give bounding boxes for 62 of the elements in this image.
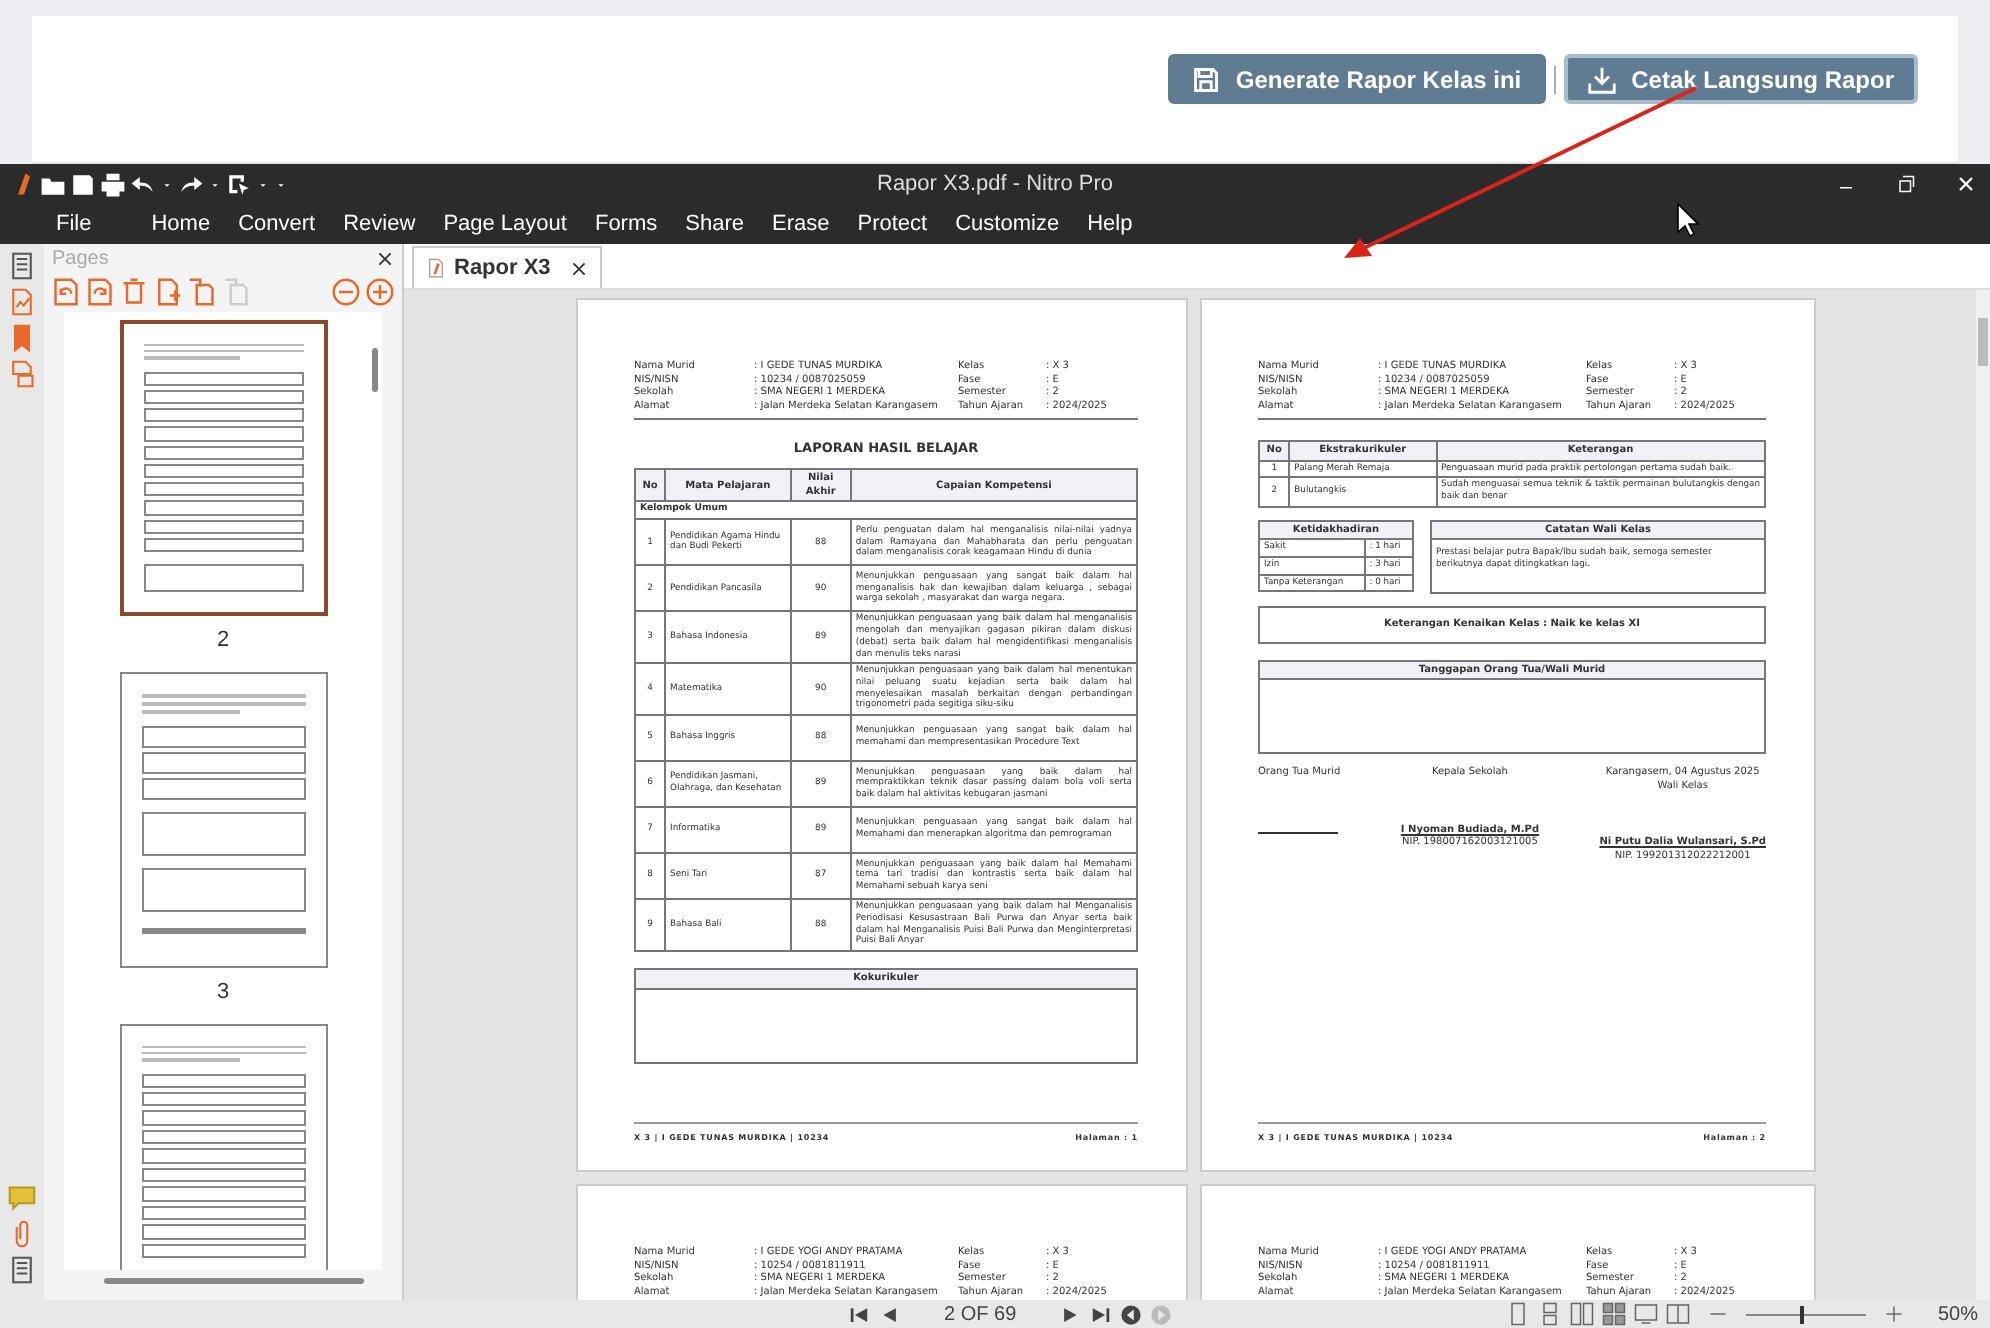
- menu-item[interactable]: Customize: [955, 212, 1060, 236]
- action-button[interactable]: Generate Rapor Kelas ini: [1167, 54, 1546, 104]
- panel-title: Pages: [52, 247, 109, 269]
- document-tab[interactable]: Rapor X3: [412, 246, 603, 288]
- zoom-in-icon[interactable]: [366, 278, 394, 306]
- view-mode-icon[interactable]: [1633, 1302, 1658, 1326]
- close-icon[interactable]: [376, 249, 394, 267]
- save-icon[interactable]: [70, 171, 96, 197]
- save-icon: [1191, 65, 1220, 93]
- menu-item[interactable]: Convert: [238, 212, 316, 236]
- close-icon[interactable]: [1954, 172, 1978, 196]
- select-tool-icon[interactable]: [226, 171, 252, 197]
- page-indicator[interactable]: 2 OF 69: [944, 1303, 1017, 1325]
- extract-page-icon[interactable]: [188, 278, 216, 306]
- scrollbar-thumb[interactable]: [1978, 318, 1988, 366]
- delete-icon[interactable]: [120, 278, 148, 306]
- close-icon[interactable]: [570, 259, 589, 277]
- last-page-icon[interactable]: [1090, 1303, 1113, 1325]
- zoom-in-icon[interactable]: [1881, 1302, 1906, 1326]
- app-logo-icon[interactable]: [12, 170, 36, 198]
- scrollbar-thumb[interactable]: [104, 1278, 364, 1284]
- action-button[interactable]: Cetak Langsung Rapor: [1563, 54, 1918, 104]
- signature-line: [1258, 831, 1338, 834]
- insert-page-icon[interactable]: [154, 278, 182, 306]
- menu-item[interactable]: Forms: [594, 212, 658, 236]
- menu-item[interactable]: Erase: [772, 212, 830, 236]
- scrollbar-thumb[interactable]: [372, 348, 378, 392]
- menu-item[interactable]: Help: [1087, 212, 1133, 236]
- view-mode-icon[interactable]: [1505, 1302, 1530, 1326]
- view-mode-icon[interactable]: [1601, 1302, 1626, 1326]
- menu-item[interactable]: Share: [685, 212, 744, 236]
- zoom-out-icon[interactable]: [332, 278, 360, 306]
- slider-thumb[interactable]: [1799, 1305, 1804, 1323]
- view-mode-icon[interactable]: [1665, 1302, 1690, 1326]
- view-mode-icon[interactable]: [1569, 1302, 1594, 1326]
- zoom-value: 50%: [1937, 1303, 1978, 1325]
- menu-item[interactable]: File: [56, 212, 92, 236]
- page-number: 3: [216, 980, 230, 1004]
- bookmark-icon[interactable]: [8, 324, 36, 352]
- page-thumbnail[interactable]: [119, 672, 327, 968]
- rotate-right-icon[interactable]: [86, 278, 114, 306]
- menu-item[interactable]: Home: [151, 212, 211, 236]
- page-thumbnail[interactable]: [119, 1024, 327, 1270]
- menu-item[interactable]: Review: [343, 212, 416, 236]
- view-mode-icon[interactable]: [1537, 1302, 1562, 1326]
- pages-icon[interactable]: [8, 252, 36, 280]
- list-icon[interactable]: [8, 1256, 36, 1284]
- redo-icon[interactable]: [178, 171, 204, 197]
- print-icon[interactable]: [100, 171, 126, 197]
- menu-item[interactable]: Protect: [857, 212, 928, 236]
- window-title: Rapor X3.pdf - Nitro Pro: [875, 172, 1115, 196]
- restore-icon[interactable]: [1894, 172, 1918, 196]
- page-thumbnail[interactable]: [119, 320, 327, 616]
- cursor-icon: [1677, 202, 1700, 238]
- rotate-left-icon[interactable]: [52, 278, 80, 306]
- menu-item[interactable]: Page Layout: [443, 212, 567, 236]
- pdf-file-icon: [426, 256, 446, 280]
- back-icon[interactable]: [1120, 1303, 1143, 1325]
- first-page-icon[interactable]: [848, 1303, 870, 1325]
- undo-icon[interactable]: [130, 171, 156, 197]
- download-icon: [1587, 65, 1616, 93]
- page-number: 2: [216, 628, 230, 652]
